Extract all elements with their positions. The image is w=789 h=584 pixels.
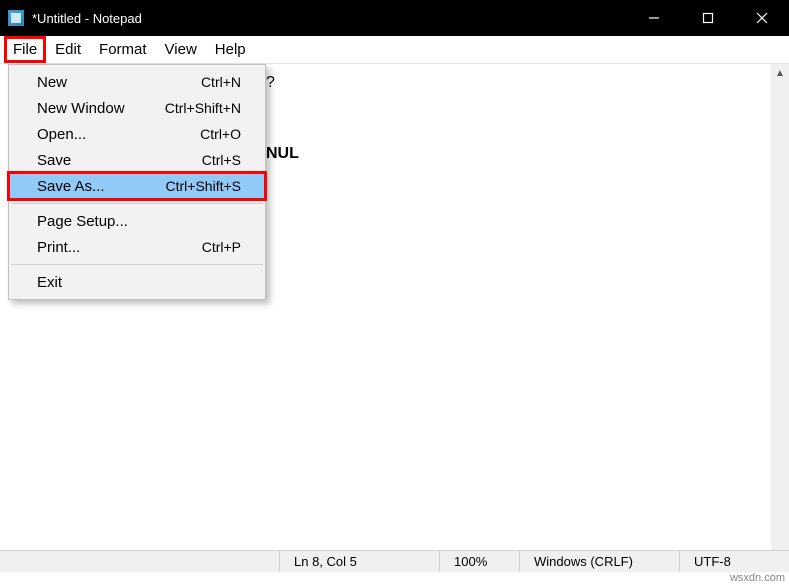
menu-item-label: Print... bbox=[37, 239, 202, 256]
status-zoom: 100% bbox=[439, 551, 519, 572]
menu-item-exit[interactable]: Exit bbox=[9, 269, 265, 295]
menu-separator bbox=[11, 264, 263, 265]
status-position: Ln 8, Col 5 bbox=[279, 551, 439, 572]
menu-item-new-window[interactable]: New Window Ctrl+Shift+N bbox=[9, 95, 265, 121]
menu-edit[interactable]: Edit bbox=[46, 36, 90, 63]
menu-item-label: New bbox=[37, 74, 201, 91]
scroll-up-icon[interactable]: ▲ bbox=[771, 64, 789, 82]
file-menu-dropdown: New Ctrl+N New Window Ctrl+Shift+N Open.… bbox=[8, 64, 266, 300]
menu-item-shortcut: Ctrl+N bbox=[201, 74, 241, 90]
menu-item-save[interactable]: Save Ctrl+S bbox=[9, 147, 265, 173]
menu-format[interactable]: Format bbox=[90, 36, 156, 63]
window-controls bbox=[627, 0, 789, 36]
menu-item-page-setup[interactable]: Page Setup... bbox=[9, 208, 265, 234]
menu-item-shortcut: Ctrl+S bbox=[202, 152, 241, 168]
statusbar-blank bbox=[0, 551, 279, 572]
menu-item-label: Exit bbox=[37, 274, 241, 291]
maximize-button[interactable] bbox=[681, 0, 735, 36]
statusbar: Ln 8, Col 5 100% Windows (CRLF) UTF-8 bbox=[0, 550, 789, 572]
menu-item-open[interactable]: Open... Ctrl+O bbox=[9, 121, 265, 147]
menu-item-new[interactable]: New Ctrl+N bbox=[9, 69, 265, 95]
titlebar: *Untitled - Notepad bbox=[0, 0, 789, 36]
menu-item-label: Page Setup... bbox=[37, 213, 241, 230]
menu-item-shortcut: Ctrl+Shift+S bbox=[166, 178, 241, 194]
menubar: File Edit Format View Help bbox=[0, 36, 789, 64]
menu-item-label: New Window bbox=[37, 100, 165, 117]
status-line-ending: Windows (CRLF) bbox=[519, 551, 679, 572]
watermark: wsxdn.com bbox=[730, 572, 785, 584]
menu-item-shortcut: Ctrl+O bbox=[200, 126, 241, 142]
menu-help[interactable]: Help bbox=[206, 36, 255, 63]
menu-view[interactable]: View bbox=[156, 36, 206, 63]
status-encoding: UTF-8 bbox=[679, 551, 789, 572]
menu-file[interactable]: File bbox=[4, 36, 46, 63]
window-title: *Untitled - Notepad bbox=[32, 11, 627, 26]
minimize-button[interactable] bbox=[627, 0, 681, 36]
close-button[interactable] bbox=[735, 0, 789, 36]
menu-separator bbox=[11, 203, 263, 204]
menu-item-label: Open... bbox=[37, 126, 200, 143]
vertical-scrollbar[interactable]: ▲ bbox=[771, 64, 789, 550]
menu-item-shortcut: Ctrl+Shift+N bbox=[165, 100, 241, 116]
notepad-icon bbox=[8, 10, 24, 26]
menu-item-label: Save As... bbox=[37, 178, 166, 195]
menu-item-label: Save bbox=[37, 152, 202, 169]
menu-item-shortcut: Ctrl+P bbox=[202, 239, 241, 255]
menu-item-save-as[interactable]: Save As... Ctrl+Shift+S bbox=[9, 173, 265, 199]
menu-item-print[interactable]: Print... Ctrl+P bbox=[9, 234, 265, 260]
